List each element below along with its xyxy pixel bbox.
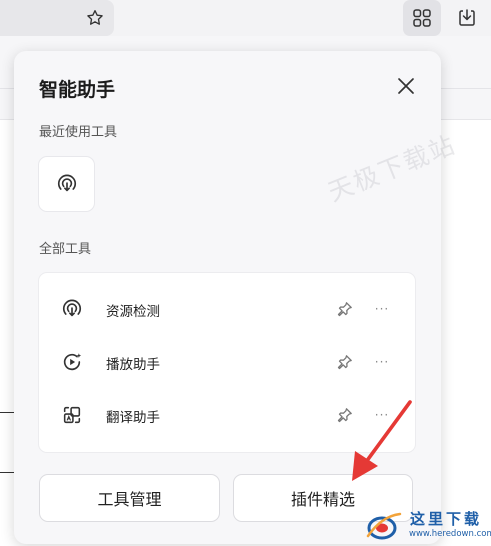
smart-assistant-panel: 智能助手 最近使用工具 天极下载站 全部工具 资源检测 ··· 播放助手 ···… xyxy=(14,51,460,544)
logo-url: www.heredown.com xyxy=(409,529,491,539)
star-icon xyxy=(87,10,103,25)
more-options-button[interactable]: ··· xyxy=(373,351,391,373)
logo-text: 这里下载 xyxy=(410,510,483,528)
podcast-broadcast-icon xyxy=(57,174,76,192)
pin-icon xyxy=(337,355,352,370)
tool-row-resource-detect[interactable]: 资源检测 ··· xyxy=(39,287,417,331)
address-bar[interactable] xyxy=(0,0,114,36)
pin-button[interactable] xyxy=(335,298,355,320)
tool-list: 资源检测 ··· 播放助手 ··· 翻译助手 ··· xyxy=(38,272,416,453)
play-sparkle-icon xyxy=(61,351,83,373)
tool-name: 播放助手 xyxy=(106,357,160,373)
panel-title: 智能助手 xyxy=(39,79,116,101)
logo-mark-icon xyxy=(366,512,402,540)
extensions-button[interactable] xyxy=(403,0,441,36)
tool-management-button[interactable]: 工具管理 xyxy=(39,474,220,522)
translate-icon xyxy=(61,404,83,426)
download-icon xyxy=(459,9,475,26)
tool-name: 翻译助手 xyxy=(106,410,160,426)
pin-icon xyxy=(337,408,352,423)
all-tools-label: 全部工具 xyxy=(39,242,92,257)
site-logo: 这里下载 www.heredown.com xyxy=(360,506,491,546)
bookmark-star-button[interactable] xyxy=(80,4,110,32)
tool-row-play-assistant[interactable]: 播放助手 ··· xyxy=(39,340,417,384)
podcast-broadcast-icon xyxy=(61,298,83,320)
close-icon xyxy=(398,78,414,94)
close-button[interactable] xyxy=(393,73,419,99)
pin-button[interactable] xyxy=(335,351,355,373)
tool-row-translate-assistant[interactable]: 翻译助手 ··· xyxy=(39,393,417,437)
recent-tools-label: 最近使用工具 xyxy=(39,125,118,140)
pin-icon xyxy=(337,302,352,317)
grid-apps-icon xyxy=(413,9,431,27)
download-button[interactable] xyxy=(452,2,482,34)
recent-tool-resource-detect[interactable] xyxy=(38,156,95,212)
more-options-button[interactable]: ··· xyxy=(373,404,391,426)
tool-name: 资源检测 xyxy=(106,304,160,320)
more-options-button[interactable]: ··· xyxy=(373,298,391,320)
browser-toolbar xyxy=(0,0,491,36)
watermark: 天极下载站 xyxy=(324,129,461,208)
pin-button[interactable] xyxy=(335,404,355,426)
